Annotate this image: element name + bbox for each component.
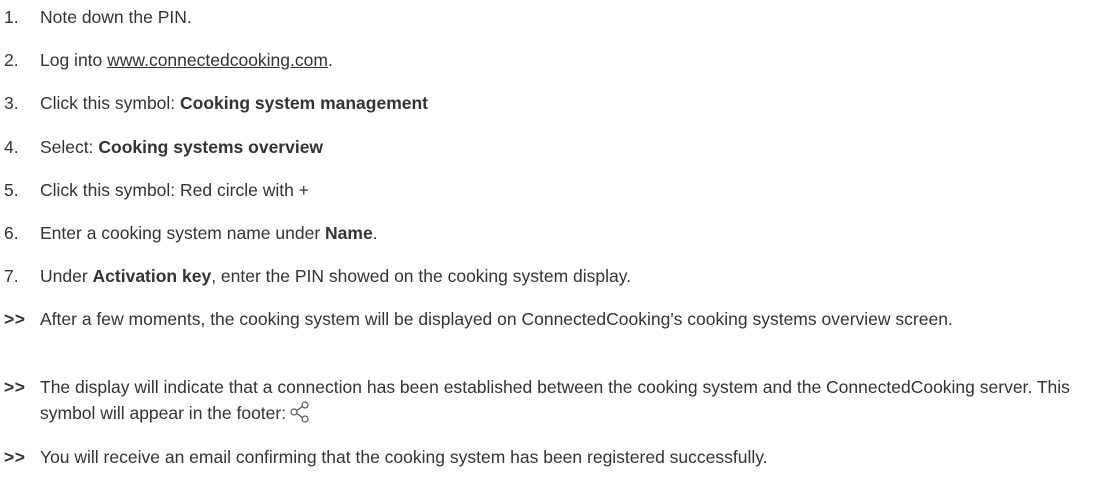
- step-3: 3. Click this symbol: Cooking system man…: [0, 90, 1095, 116]
- result-text: After a few moments, the cooking system …: [40, 309, 953, 329]
- step-4: 4. Select: Cooking systems overview: [0, 134, 1095, 160]
- step-text: Click this symbol: Red circle with +: [40, 180, 309, 200]
- step-2: 2. Log into www.connectedcooking.com.: [0, 47, 1095, 73]
- result-marker: >>: [4, 447, 26, 467]
- result-marker: >>: [4, 377, 26, 397]
- step-number: 7.: [4, 266, 19, 286]
- cooking-systems-overview-label: Cooking systems overview: [98, 137, 324, 157]
- step-text: Select: Cooking systems overview: [40, 137, 324, 157]
- step-number: 4.: [4, 137, 19, 157]
- step-text: Click this symbol: Cooking system manage…: [40, 93, 429, 113]
- cooking-system-management-label: Cooking system management: [180, 93, 429, 113]
- step-text: Under Activation key, enter the PIN show…: [40, 266, 632, 286]
- step-5: 5. Click this symbol: Red circle with +: [0, 177, 1095, 203]
- result-2: >> The display will indicate that a conn…: [0, 374, 1095, 430]
- name-label: Name: [325, 223, 373, 243]
- result-1: >> After a few moments, the cooking syst…: [0, 306, 1095, 332]
- result-text: You will receive an email confirming tha…: [40, 447, 768, 467]
- step-1: 1. Note down the PIN.: [0, 4, 1095, 30]
- step-6: 6. Enter a cooking system name under Nam…: [0, 220, 1095, 246]
- share-icon: [290, 401, 310, 430]
- step-text: Enter a cooking system name under Name.: [40, 223, 378, 243]
- activation-key-label: Activation key: [92, 266, 212, 286]
- step-number: 3.: [4, 93, 19, 113]
- step-text: Note down the PIN.: [40, 7, 192, 27]
- step-7: 7. Under Activation key, enter the PIN s…: [0, 263, 1095, 289]
- result-3: >> You will receive an email confirming …: [0, 444, 1095, 470]
- step-number: 6.: [4, 223, 19, 243]
- step-number: 1.: [4, 7, 19, 27]
- connectedcooking-link[interactable]: www.connectedcooking.com: [107, 50, 328, 70]
- step-number: 2.: [4, 50, 19, 70]
- step-number: 5.: [4, 180, 19, 200]
- result-text: The display will indicate that a connect…: [40, 374, 1095, 430]
- instructions-document: 1. Note down the PIN. 2. Log into www.co…: [0, 0, 1102, 486]
- step-text: Log into www.connectedcooking.com.: [40, 50, 333, 70]
- result-marker: >>: [4, 309, 26, 329]
